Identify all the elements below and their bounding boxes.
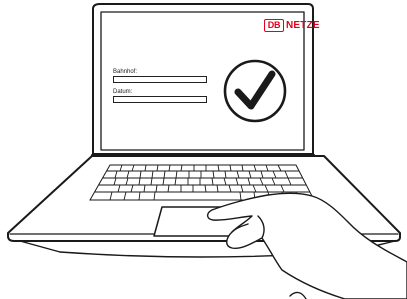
date-field[interactable] <box>113 96 207 103</box>
db-netze-logo: DB NETZE <box>264 19 320 32</box>
station-label: Bahnhof: <box>113 69 138 75</box>
checkmark-circle-icon <box>223 59 287 123</box>
date-label: Datum: <box>113 89 133 95</box>
laptop-illustration <box>7 3 407 299</box>
brand-name: NETZE <box>286 20 320 31</box>
station-field[interactable] <box>113 76 207 83</box>
db-logo-mark: DB <box>264 19 284 32</box>
